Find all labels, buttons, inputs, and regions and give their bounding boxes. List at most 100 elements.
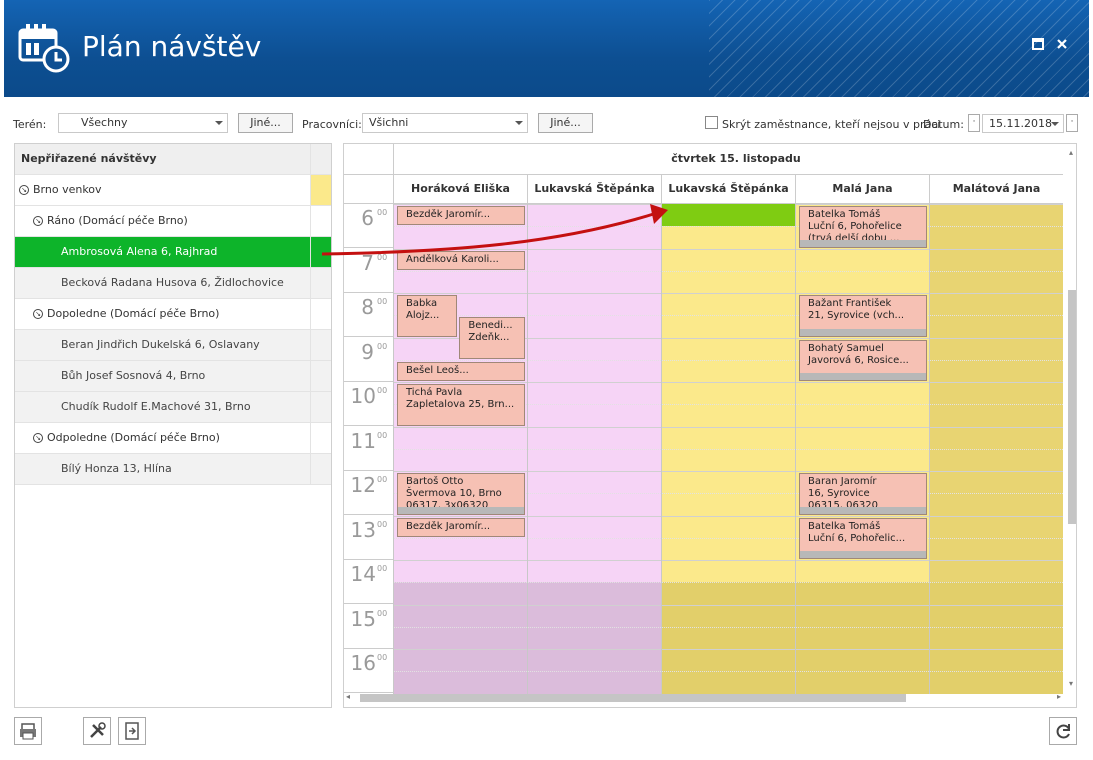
window-title: Plán návštěv [82,30,262,63]
row-label: Beran Jindřich Dukelská 6, Oslavany [61,338,260,351]
minute-label: 00 [377,208,388,217]
appointment[interactable]: Babka Alojz... [397,295,458,337]
minute-label: 00 [377,475,388,484]
teren-other-button[interactable]: Jiné... [238,113,293,133]
refresh-icon [1056,724,1070,739]
export-icon [125,722,139,740]
appointment[interactable]: Bartoš Otto Švermova 10, Brno 06317, 3x0… [397,473,525,515]
column-header[interactable]: Malátová Jana [929,174,1063,204]
hour-label: 11 00 [344,427,394,471]
hour-label: 10 00 [344,382,394,426]
pracovnici-combo[interactable]: Všichni [362,113,528,133]
tree-group[interactable]: ↘ Dopoledne (Domácí péče Brno) [15,299,331,330]
hour-label: 16 00 [344,649,394,693]
hour-number: 7 [361,250,374,275]
column-header[interactable]: Lukavská Štěpánka [661,174,795,204]
print-button[interactable] [14,717,42,745]
calendar-grid: čtvrtek 15. listopadu Horáková Eliška Luk… [343,143,1077,708]
collapse-icon[interactable]: ↘ [33,433,43,443]
drop-target-slot[interactable] [662,204,795,227]
minute-label: 00 [377,608,388,618]
collapse-icon[interactable]: ↘ [33,309,43,319]
appointment[interactable]: Bezděk Jaromír... [397,517,525,537]
pracovnici-other-button[interactable]: Jiné... [538,113,593,133]
hide-absent-checkbox[interactable] [705,116,718,129]
day-column[interactable] [527,204,661,694]
collapse-icon[interactable]: ↘ [19,185,29,195]
refresh-button[interactable] [1049,717,1077,745]
tree-group[interactable]: ↘ Odpoledne (Domácí péče Brno) [15,423,331,454]
tree-group[interactable]: ↘ Brno venkov [15,175,331,206]
appointment-text: Andělková Karoli... [406,253,499,265]
vertical-scroll-thumb[interactable] [1068,290,1076,524]
hour-number: 16 [350,651,376,675]
day-column[interactable] [393,204,527,694]
list-item[interactable]: Bílý Honza 13, Hlína [15,454,331,485]
collapse-icon[interactable]: ↘ [33,216,43,226]
calendar-clock-icon [18,24,70,73]
list-item[interactable]: Beran Jindřich Dukelská 6, Oslavany [15,330,331,361]
appointment[interactable]: Tichá Pavla Zapletalova 25, Brn... [397,384,525,426]
row-label: Chudík Rudolf E.Machové 31, Brno [61,400,251,413]
teren-combo[interactable]: Všechny [58,113,228,133]
datum-label: Datum: [923,118,964,131]
appointment[interactable]: Bezděk Jaromír... [397,206,525,226]
maximize-icon[interactable] [1030,38,1046,54]
row-label: Brno venkov [33,183,102,196]
teren-label: Terén: [13,118,47,131]
hour-label: 12 00 [344,471,394,515]
row-label: Odpoledne (Domácí péče Brno) [47,431,220,444]
panel-header-label: Nepřiřazené návštěvy [21,152,157,165]
hour-number: 6 [361,206,374,230]
list-item[interactable]: Bůh Josef Sosnová 4, Brno [15,361,331,392]
date-picker[interactable]: 15.11.2018 [982,114,1064,133]
hour-label: 14 00 [344,560,394,604]
prev-date-button[interactable]: · [968,114,980,132]
appointment[interactable]: Bešel Leoš... [397,361,525,381]
chevron-down-icon [215,121,223,125]
hour-number: 9 [361,339,374,364]
hour-label: 9 00 [344,338,394,382]
day-column[interactable] [795,204,929,694]
appointment-text: Batelka Tomáš Luční 6, Pohořelic... [808,520,906,544]
list-item[interactable]: Becková Radana Husova 6, Židlochovice [15,268,331,299]
appointment[interactable]: Bažant František 21, Syrovice (vch... [799,295,927,337]
next-date-button[interactable]: · [1066,114,1078,132]
list-item[interactable]: Chudík Rudolf E.Machové 31, Brno [15,392,331,423]
close-icon[interactable] [1054,38,1070,54]
day-column[interactable] [661,204,795,694]
panel-header: Nepřiřazené návštěvy [15,144,331,175]
minute-label: 00 [377,519,388,529]
tree-group[interactable]: ↘ Ráno (Domácí péče Brno) [15,206,331,237]
minute-label: 00 [377,252,388,262]
column-header[interactable]: Lukavská Štěpánka [527,174,661,204]
export-button[interactable] [118,717,146,745]
hour-label: 13 00 [344,516,394,560]
row-label: Dopoledne (Domácí péče Brno) [47,307,220,320]
datum-value: 15.11.2018 [989,117,1052,130]
row-label: Becková Radana Husova 6, Židlochovice [61,276,284,289]
appointment-text: Bezděk Jaromír... [406,209,491,220]
appointment[interactable]: Baran Jaromír 16, Syrovice 06315, 06320 [799,473,927,515]
column-header[interactable]: Malá Jana [795,174,929,204]
minute-label: 00 [377,564,388,573]
appointment[interactable]: Andělková Karoli... [397,250,525,270]
appointment[interactable]: Batelka Tomáš Luční 6, Pohořelic... [799,517,927,559]
appointment-text: Bohatý Samuel Javorová 6, Rosice... [808,342,909,366]
hour-number: 13 [350,517,376,542]
day-column[interactable] [929,204,1063,694]
horizontal-scroll-thumb[interactable] [360,694,906,702]
printer-icon [20,723,36,740]
tools-icon [90,722,106,738]
hour-number: 15 [350,606,376,631]
hide-absent-label: Skrýt zaměstnance, kteří nejsou v práci [722,118,941,131]
tools-button[interactable] [83,717,111,745]
appointment[interactable]: Benedi... Zdeňk... [459,317,525,359]
appointment[interactable]: Bohatý Samuel Javorová 6, Rosice... [799,339,927,381]
hour-number: 8 [361,295,374,319]
row-label: Bůh Josef Sosnová 4, Brno [61,369,206,382]
list-item[interactable]: Ambrosová Alena 6, Rajhrad [15,237,331,268]
column-header[interactable]: Horáková Eliška [393,174,527,204]
row-label: Ráno (Domácí péče Brno) [47,214,188,227]
appointment[interactable]: Batelka Tomáš Luční 6, Pohořelice (trvá … [799,206,927,248]
